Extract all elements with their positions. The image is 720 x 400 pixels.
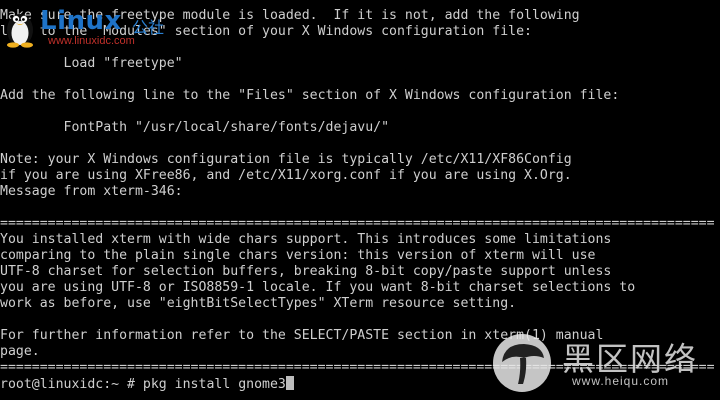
terminal-line: You installed xterm with wide chars supp… — [0, 232, 612, 247]
terminal-line: FontPath "/usr/local/share/fonts/dejavu/… — [0, 120, 390, 135]
linux-brand-cn-text: 公社 — [132, 18, 165, 37]
shell-prompt: root@linuxidc:~ # — [0, 377, 143, 392]
terminal-line: Note: your X Windows configuration file … — [0, 152, 572, 167]
terminal-line: Load "freetype" — [0, 56, 183, 71]
text-cursor — [285, 376, 294, 390]
mushroom-logo-icon — [493, 334, 551, 392]
terminal-line: Add the following line to the "Files" se… — [0, 88, 620, 103]
heiqu-watermark: 黑区网络 www.heiqu.com — [490, 332, 714, 394]
separator-line: ========================================… — [0, 216, 715, 231]
terminal-line: UTF-8 charset for selection buffers, bre… — [0, 264, 612, 279]
linux-url-text: www.linuxidc.com — [48, 35, 135, 47]
terminal-line: Message from xterm-346: — [0, 184, 183, 199]
tux-penguin-icon — [7, 14, 33, 48]
linux-watermark: Linux 公社 www.linuxidc.com — [0, 4, 180, 50]
terminal-line: work as before, use "eightBitSelectTypes… — [0, 296, 517, 311]
heiqu-site-text: www.heiqu.com — [572, 374, 670, 388]
terminal-line: you are using UTF-8 or ISO8859-1 locale.… — [0, 280, 636, 295]
linux-brand-text: Linux — [40, 6, 122, 36]
command-input[interactable]: pkg install gnome3 — [143, 377, 286, 392]
terminal-line: if you are using XFree86, and /etc/X11/x… — [0, 168, 572, 183]
terminal-line: comparing to the plain single chars vers… — [0, 248, 596, 263]
